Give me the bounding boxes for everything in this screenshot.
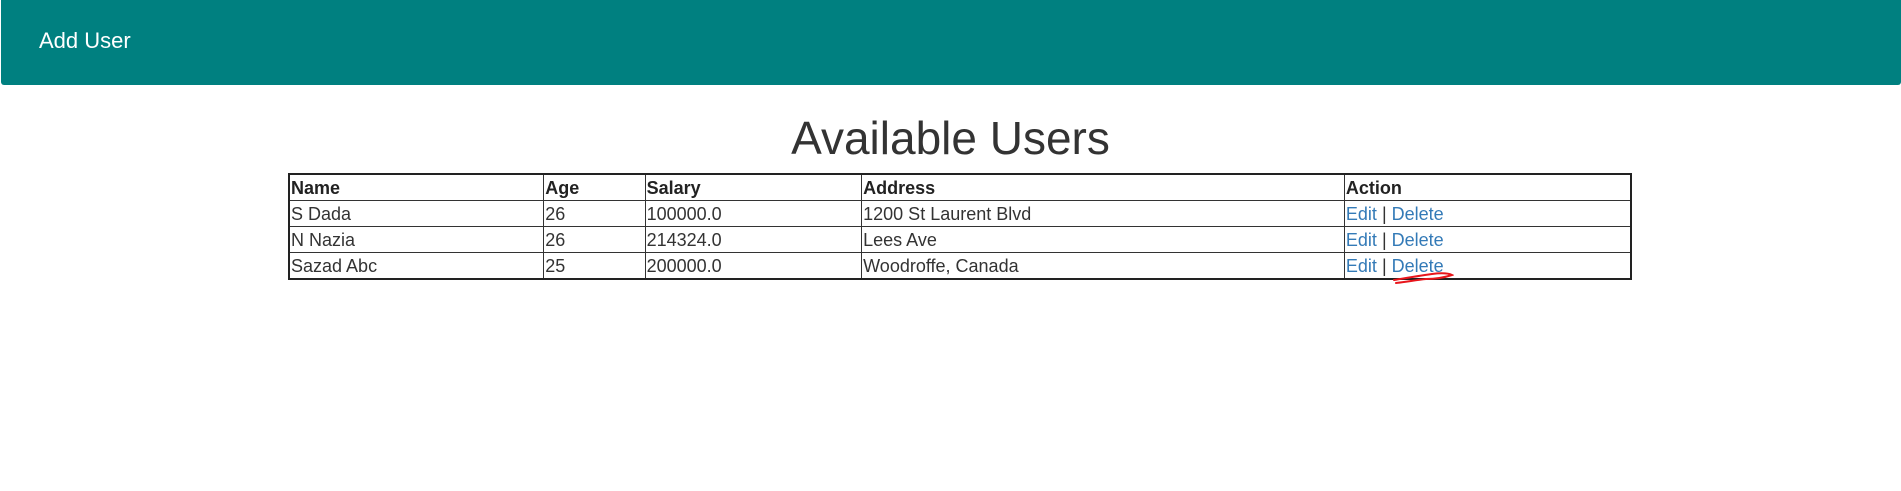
cell-name: N Nazia (288, 226, 545, 253)
cell-action: Edit | Delete (1343, 252, 1632, 280)
action-separator: | (1381, 229, 1387, 250)
cell-salary: 100000.0 (644, 200, 863, 227)
cell-address: 1200 St Laurent Blvd (861, 200, 1345, 227)
add-user-link[interactable]: Add User (39, 28, 131, 54)
cell-age: 26 (543, 200, 646, 227)
top-navbar: Add User (1, 0, 1901, 85)
cell-salary: 214324.0 (644, 226, 863, 253)
edit-link[interactable]: Edit (1346, 230, 1377, 250)
header-name: Name (288, 173, 545, 201)
table-row: Sazad Abc 25 200000.0 Woodroffe, Canada … (288, 252, 1632, 280)
users-table: Name Age Salary Address Action S Dada 26… (288, 173, 1632, 280)
action-separator: | (1381, 255, 1387, 276)
cell-action: Edit | Delete (1343, 226, 1632, 253)
cell-action: Edit | Delete (1343, 200, 1632, 227)
edit-link[interactable]: Edit (1346, 204, 1377, 224)
table-row: S Dada 26 100000.0 1200 St Laurent Blvd … (288, 200, 1632, 227)
table-header-row: Name Age Salary Address Action (288, 173, 1632, 201)
cell-name: Sazad Abc (288, 252, 545, 280)
cell-salary: 200000.0 (644, 252, 863, 280)
cell-age: 26 (543, 226, 646, 253)
delete-link[interactable]: Delete (1392, 256, 1444, 276)
header-address: Address (861, 173, 1345, 201)
table-row: N Nazia 26 214324.0 Lees Ave Edit | Dele… (288, 226, 1632, 253)
edit-link[interactable]: Edit (1346, 256, 1377, 276)
cell-name: S Dada (288, 200, 545, 227)
delete-link[interactable]: Delete (1392, 230, 1444, 250)
cell-address: Lees Ave (861, 226, 1345, 253)
action-separator: | (1381, 203, 1387, 224)
cell-address: Woodroffe, Canada (861, 252, 1345, 280)
page-title: Available Users (791, 112, 1110, 164)
header-age: Age (543, 173, 646, 201)
header-action: Action (1343, 173, 1632, 201)
cell-age: 25 (543, 252, 646, 280)
delete-link[interactable]: Delete (1392, 204, 1444, 224)
header-salary: Salary (644, 173, 863, 201)
